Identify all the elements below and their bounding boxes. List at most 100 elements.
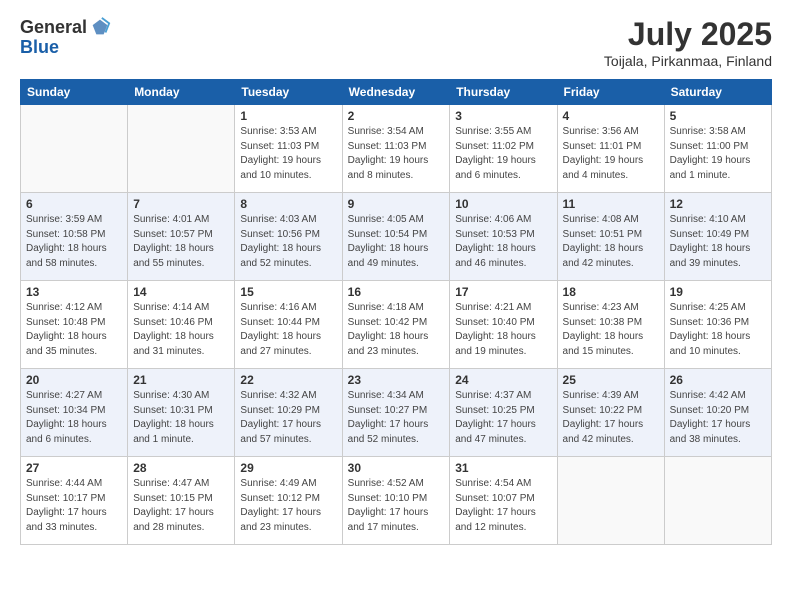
day-info: Sunrise: 4:23 AMSunset: 10:38 PMDaylight… [563, 301, 659, 359]
col-sunday: Sunday [21, 80, 128, 105]
day-number: 16 [348, 285, 445, 299]
table-row: 7Sunrise: 4:01 AMSunset: 10:57 PMDayligh… [128, 193, 235, 281]
day-info: Sunrise: 4:08 AMSunset: 10:51 PMDaylight… [563, 213, 659, 271]
calendar-header-row: Sunday Monday Tuesday Wednesday Thursday… [21, 80, 772, 105]
table-row [128, 105, 235, 193]
day-info: Sunrise: 4:47 AMSunset: 10:15 PMDaylight… [133, 477, 229, 535]
day-number: 19 [670, 285, 766, 299]
table-row: 19Sunrise: 4:25 AMSunset: 10:36 PMDaylig… [664, 281, 771, 369]
table-row: 22 Sunrise: 4:32 AMSunset: 10:29 PMDaylig… [235, 369, 342, 457]
day-info: Sunrise: 4:10 AMSunset: 10:49 PMDaylight… [670, 213, 766, 271]
day-number: 12 [670, 197, 766, 211]
table-row: 30 Sunrise: 4:52 AMSunset: 10:10 PMDaylig… [342, 457, 450, 545]
day-number: 21 [133, 373, 229, 387]
table-row: 4 Sunrise: 3:56 AMSunset: 11:01 PMDayligh… [557, 105, 664, 193]
day-number: 9 [348, 197, 445, 211]
day-info: Sunrise: 4:14 AMSunset: 10:46 PMDaylight… [133, 301, 229, 359]
day-number: 2 [348, 109, 445, 123]
day-info: Sunrise: 3:55 AMSunset: 11:02 PMDaylight… [455, 125, 551, 183]
location-title: Toijala, Pirkanmaa, Finland [604, 53, 772, 69]
day-number: 23 [348, 373, 445, 387]
day-number: 30 [348, 461, 445, 475]
table-row: 26 Sunrise: 4:42 AMSunset: 10:20 PMDaylig… [664, 369, 771, 457]
table-row: 20Sunrise: 4:27 AMSunset: 10:34 PMDaylig… [21, 369, 128, 457]
day-info: Sunrise: 4:39 AMSunset: 10:22 PMDaylight… [563, 389, 659, 447]
col-saturday: Saturday [664, 80, 771, 105]
table-row: 8 Sunrise: 4:03 AMSunset: 10:56 PMDayligh… [235, 193, 342, 281]
col-thursday: Thursday [450, 80, 557, 105]
day-number: 11 [563, 197, 659, 211]
calendar-week-row: 13 Sunrise: 4:12 AMSunset: 10:48 PMDaylig… [21, 281, 772, 369]
table-row: 21 Sunrise: 4:30 AMSunset: 10:31 PMDaylig… [128, 369, 235, 457]
table-row: 24 Sunrise: 4:37 AMSunset: 10:25 PMDaylig… [450, 369, 557, 457]
day-number: 8 [240, 197, 336, 211]
day-info: Sunrise: 4:42 AMSunset: 10:20 PMDaylight… [670, 389, 766, 447]
day-info: Sunrise: 4:16 AMSunset: 10:44 PMDaylight… [240, 301, 336, 359]
table-row: 15 Sunrise: 4:16 AMSunset: 10:44 PMDaylig… [235, 281, 342, 369]
table-row: 18 Sunrise: 4:23 AMSunset: 10:38 PMDaylig… [557, 281, 664, 369]
day-info: Sunrise: 3:56 AMSunset: 11:01 PMDaylight… [563, 125, 659, 183]
day-info: Sunrise: 4:03 AMSunset: 10:56 PMDaylight… [240, 213, 336, 271]
day-info: Sunrise: 4:05 AMSunset: 10:54 PMDaylight… [348, 213, 445, 271]
table-row: 29 Sunrise: 4:49 AMSunset: 10:12 PMDaylig… [235, 457, 342, 545]
day-number: 1 [240, 109, 336, 123]
table-row: 13 Sunrise: 4:12 AMSunset: 10:48 PMDaylig… [21, 281, 128, 369]
col-friday: Friday [557, 80, 664, 105]
day-number: 29 [240, 461, 336, 475]
page: General Blue July 2025 Toijala, Pirkanma… [0, 0, 792, 612]
day-info: Sunrise: 3:54 AMSunset: 11:03 PMDaylight… [348, 125, 445, 183]
day-info: Sunrise: 4:52 AMSunset: 10:10 PMDaylight… [348, 477, 445, 535]
table-row: 3 Sunrise: 3:55 AMSunset: 11:02 PMDayligh… [450, 105, 557, 193]
col-wednesday: Wednesday [342, 80, 450, 105]
day-number: 22 [240, 373, 336, 387]
table-row: 14 Sunrise: 4:14 AMSunset: 10:46 PMDaylig… [128, 281, 235, 369]
table-row [21, 105, 128, 193]
table-row: 2 Sunrise: 3:54 AMSunset: 11:03 PMDayligh… [342, 105, 450, 193]
logo-general: General [20, 18, 87, 36]
logo-blue: Blue [20, 37, 59, 57]
table-row [664, 457, 771, 545]
day-number: 26 [670, 373, 766, 387]
day-number: 28 [133, 461, 229, 475]
day-number: 14 [133, 285, 229, 299]
calendar-week-row: 20Sunrise: 4:27 AMSunset: 10:34 PMDaylig… [21, 369, 772, 457]
day-info: Sunrise: 4:32 AMSunset: 10:29 PMDaylight… [240, 389, 336, 447]
day-info: Sunrise: 4:49 AMSunset: 10:12 PMDaylight… [240, 477, 336, 535]
logo: General Blue [20, 16, 111, 58]
day-info: Sunrise: 4:12 AMSunset: 10:48 PMDaylight… [26, 301, 122, 359]
day-number: 15 [240, 285, 336, 299]
calendar-week-row: 27Sunrise: 4:44 AMSunset: 10:17 PMDaylig… [21, 457, 772, 545]
day-info: Sunrise: 4:34 AMSunset: 10:27 PMDaylight… [348, 389, 445, 447]
day-number: 5 [670, 109, 766, 123]
table-row: 23 Sunrise: 4:34 AMSunset: 10:27 PMDaylig… [342, 369, 450, 457]
day-number: 4 [563, 109, 659, 123]
table-row: 28 Sunrise: 4:47 AMSunset: 10:15 PMDaylig… [128, 457, 235, 545]
day-info: Sunrise: 4:21 AMSunset: 10:40 PMDaylight… [455, 301, 551, 359]
day-info: Sunrise: 3:53 AMSunset: 11:03 PMDaylight… [240, 125, 336, 183]
table-row: 10Sunrise: 4:06 AMSunset: 10:53 PMDaylig… [450, 193, 557, 281]
table-row: 12 Sunrise: 4:10 AMSunset: 10:49 PMDaylig… [664, 193, 771, 281]
day-number: 18 [563, 285, 659, 299]
day-number: 6 [26, 197, 122, 211]
day-number: 24 [455, 373, 551, 387]
day-number: 17 [455, 285, 551, 299]
day-info: Sunrise: 4:01 AMSunset: 10:57 PMDaylight… [133, 213, 229, 271]
day-number: 3 [455, 109, 551, 123]
day-number: 31 [455, 461, 551, 475]
table-row: 6Sunrise: 3:59 AMSunset: 10:58 PMDayligh… [21, 193, 128, 281]
table-row: 9 Sunrise: 4:05 AMSunset: 10:54 PMDayligh… [342, 193, 450, 281]
title-block: July 2025 Toijala, Pirkanmaa, Finland [604, 16, 772, 69]
day-info: Sunrise: 3:58 AMSunset: 11:00 PMDaylight… [670, 125, 766, 183]
day-info: Sunrise: 4:06 AMSunset: 10:53 PMDaylight… [455, 213, 551, 271]
calendar-table: Sunday Monday Tuesday Wednesday Thursday… [20, 79, 772, 545]
day-info: Sunrise: 4:37 AMSunset: 10:25 PMDaylight… [455, 389, 551, 447]
table-row: 11 Sunrise: 4:08 AMSunset: 10:51 PMDaylig… [557, 193, 664, 281]
table-row: 25Sunrise: 4:39 AMSunset: 10:22 PMDaylig… [557, 369, 664, 457]
day-info: Sunrise: 4:30 AMSunset: 10:31 PMDaylight… [133, 389, 229, 447]
day-number: 13 [26, 285, 122, 299]
table-row: 27Sunrise: 4:44 AMSunset: 10:17 PMDaylig… [21, 457, 128, 545]
table-row: 1 Sunrise: 3:53 AMSunset: 11:03 PMDayligh… [235, 105, 342, 193]
logo-icon [89, 16, 111, 38]
table-row [557, 457, 664, 545]
table-row: 31Sunrise: 4:54 AMSunset: 10:07 PMDaylig… [450, 457, 557, 545]
